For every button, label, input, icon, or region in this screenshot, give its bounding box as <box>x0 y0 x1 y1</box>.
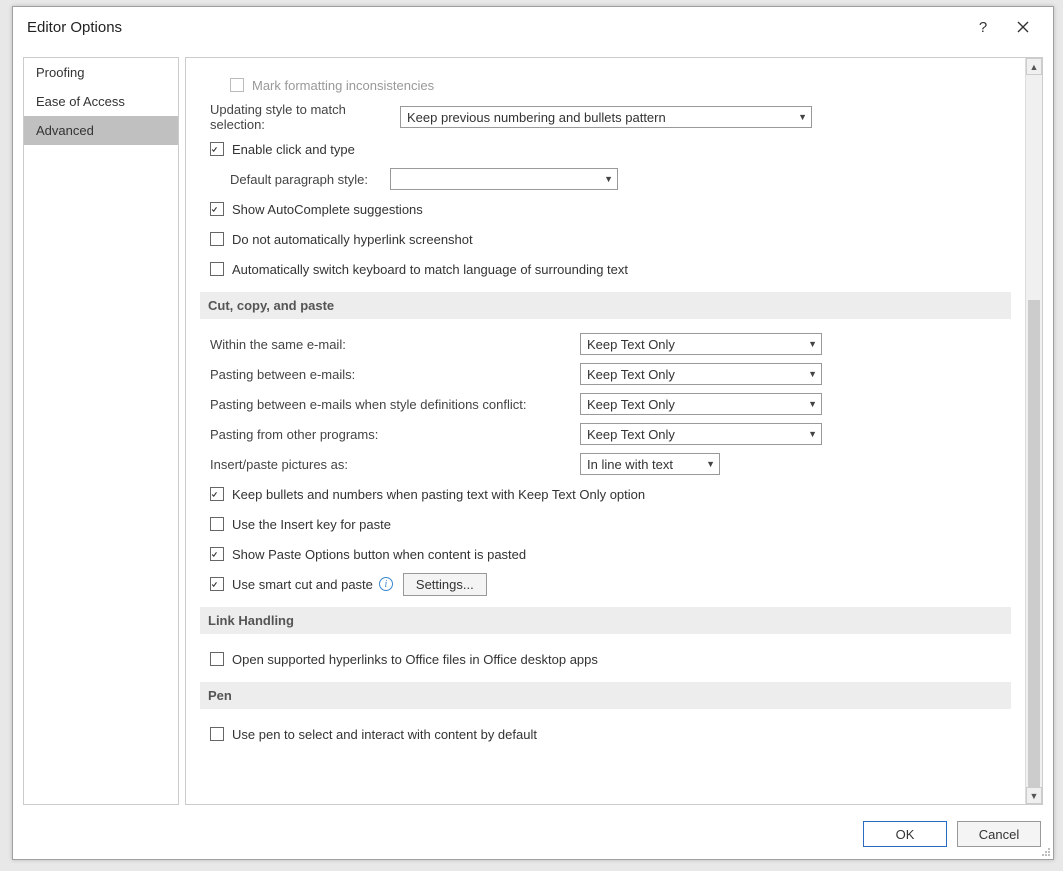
chevron-down-icon: ▼ <box>798 112 807 122</box>
label-auto-keyboard: Automatically switch keyboard to match l… <box>232 262 628 277</box>
label-use-pen: Use pen to select and interact with cont… <box>232 727 537 742</box>
label-conflict: Pasting between e-mails when style defin… <box>210 397 580 412</box>
section-link-handling: Link Handling <box>200 607 1011 634</box>
dropdown-within-email[interactable]: Keep Text Only ▼ <box>580 333 822 355</box>
checkbox-keep-bullets[interactable] <box>210 487 224 501</box>
vertical-scrollbar[interactable]: ▲ ▼ <box>1025 58 1042 804</box>
resize-grip-icon[interactable] <box>1039 845 1051 857</box>
scroll-up-arrow-icon[interactable]: ▲ <box>1026 58 1042 75</box>
nav-item-advanced[interactable]: Advanced <box>24 116 178 145</box>
chevron-down-icon: ▼ <box>808 369 817 379</box>
label-autocomplete: Show AutoComplete suggestions <box>232 202 423 217</box>
chevron-down-icon: ▼ <box>808 429 817 439</box>
label-keep-bullets: Keep bullets and numbers when pasting te… <box>232 487 645 502</box>
label-open-supported: Open supported hyperlinks to Office file… <box>232 652 598 667</box>
label-insert-key: Use the Insert key for paste <box>232 517 391 532</box>
scroll-thumb[interactable] <box>1028 300 1040 804</box>
dropdown-updating-style[interactable]: Keep previous numbering and bullets patt… <box>400 106 812 128</box>
editor-options-dialog: Editor Options ? Proofing Ease of Access… <box>12 6 1054 860</box>
cancel-button[interactable]: Cancel <box>957 821 1041 847</box>
checkbox-smart-cut[interactable] <box>210 577 224 591</box>
checkbox-no-hyperlink[interactable] <box>210 232 224 246</box>
checkbox-use-pen[interactable] <box>210 727 224 741</box>
checkbox-paste-options[interactable] <box>210 547 224 561</box>
label-default-paragraph: Default paragraph style: <box>230 172 390 187</box>
checkbox-enable-click-type[interactable] <box>210 142 224 156</box>
dropdown-pictures[interactable]: In line with text ▼ <box>580 453 720 475</box>
label-smart-cut: Use smart cut and paste <box>232 577 373 592</box>
checkbox-open-supported[interactable] <box>210 652 224 666</box>
label-mark-formatting: Mark formatting inconsistencies <box>252 78 434 93</box>
settings-button[interactable]: Settings... <box>403 573 487 596</box>
chevron-down-icon: ▼ <box>808 399 817 409</box>
label-pictures: Insert/paste pictures as: <box>210 457 580 472</box>
label-paste-options: Show Paste Options button when content i… <box>232 547 526 562</box>
dialog-footer: OK Cancel <box>13 809 1053 859</box>
label-enable-click-type: Enable click and type <box>232 142 355 157</box>
label-between-emails: Pasting between e-mails: <box>210 367 580 382</box>
dropdown-conflict[interactable]: Keep Text Only ▼ <box>580 393 822 415</box>
label-within-email: Within the same e-mail: <box>210 337 580 352</box>
chevron-down-icon: ▼ <box>706 459 715 469</box>
label-updating-style: Updating style to match selection: <box>210 102 400 132</box>
section-pen: Pen <box>200 682 1011 709</box>
dialog-title: Editor Options <box>27 19 122 36</box>
info-icon[interactable]: i <box>379 577 393 591</box>
options-content: Mark formatting inconsistencies Updating… <box>186 58 1025 804</box>
section-cut-copy-paste: Cut, copy, and paste <box>200 292 1011 319</box>
label-other-programs: Pasting from other programs: <box>210 427 580 442</box>
checkbox-autocomplete[interactable] <box>210 202 224 216</box>
nav-item-proofing[interactable]: Proofing <box>24 58 178 87</box>
scroll-down-arrow-icon[interactable]: ▼ <box>1026 787 1042 804</box>
dropdown-between-emails[interactable]: Keep Text Only ▼ <box>580 363 822 385</box>
nav-item-ease-of-access[interactable]: Ease of Access <box>24 87 178 116</box>
label-no-hyperlink: Do not automatically hyperlink screensho… <box>232 232 473 247</box>
close-button[interactable] <box>1003 11 1043 43</box>
ok-button[interactable]: OK <box>863 821 947 847</box>
chevron-down-icon: ▼ <box>808 339 817 349</box>
checkbox-insert-key[interactable] <box>210 517 224 531</box>
category-nav: Proofing Ease of Access Advanced <box>23 57 179 805</box>
dropdown-other-programs[interactable]: Keep Text Only ▼ <box>580 423 822 445</box>
help-button[interactable]: ? <box>963 11 1003 43</box>
chevron-down-icon: ▼ <box>604 174 613 184</box>
title-bar: Editor Options ? <box>13 7 1053 47</box>
checkbox-auto-keyboard[interactable] <box>210 262 224 276</box>
dropdown-default-paragraph[interactable]: ▼ <box>390 168 618 190</box>
checkbox-mark-formatting <box>230 78 244 92</box>
